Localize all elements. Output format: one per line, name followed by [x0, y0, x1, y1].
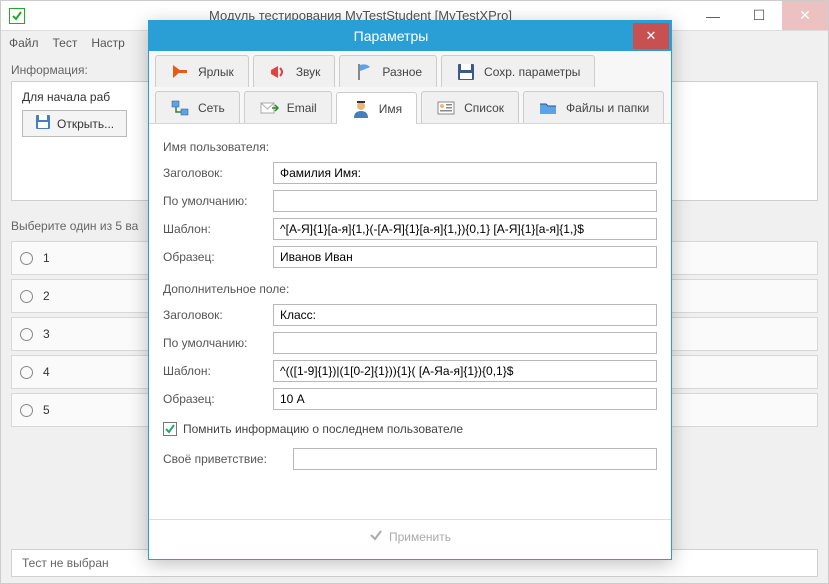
- tab-label: Сеть: [198, 101, 225, 115]
- dialog-close-button[interactable]: ✕: [633, 23, 669, 49]
- menu-test[interactable]: Тест: [53, 36, 78, 50]
- network-icon: [170, 98, 190, 118]
- label-pattern2: Шаблон:: [163, 364, 263, 378]
- apply-button[interactable]: Применить: [369, 528, 451, 545]
- tab-misc[interactable]: Разное: [339, 55, 437, 87]
- radio-label: 5: [43, 403, 50, 417]
- radio-icon: [20, 328, 33, 341]
- minimize-button[interactable]: —: [690, 1, 736, 30]
- label-header2: Заголовок:: [163, 308, 263, 322]
- close-button[interactable]: ✕: [782, 1, 828, 30]
- tab-label: Разное: [382, 65, 422, 79]
- tab-shortcut[interactable]: Ярлык: [155, 55, 249, 87]
- window-buttons: — ☐ ✕: [690, 1, 828, 30]
- tab-label: Ярлык: [198, 65, 234, 79]
- radio-icon: [20, 404, 33, 417]
- menu-file[interactable]: Файл: [9, 36, 39, 50]
- apply-label: Применить: [389, 530, 451, 544]
- input-extra-sample[interactable]: [273, 388, 657, 410]
- remember-label: Помнить информацию о последнем пользоват…: [183, 422, 463, 436]
- tab-label: Email: [287, 101, 317, 115]
- dialog-title: Параметры: [149, 28, 633, 44]
- input-user-default[interactable]: [273, 190, 657, 212]
- label-header: Заголовок:: [163, 166, 263, 180]
- input-extra-default[interactable]: [273, 332, 657, 354]
- menu-settings[interactable]: Настр: [91, 36, 125, 50]
- radio-icon: [20, 290, 33, 303]
- open-button[interactable]: Открыть...: [22, 110, 127, 137]
- user-icon: [351, 99, 371, 119]
- save-icon: [456, 62, 476, 82]
- tab-files[interactable]: Файлы и папки: [523, 91, 664, 123]
- extra-section-title: Дополнительное поле:: [163, 282, 657, 296]
- input-extra-header[interactable]: [273, 304, 657, 326]
- check-icon: [369, 528, 383, 545]
- flag-icon: [354, 62, 374, 82]
- label-sample2: Образец:: [163, 392, 263, 406]
- list-icon: [436, 98, 456, 118]
- tab-network[interactable]: Сеть: [155, 91, 240, 123]
- tab-label: Файлы и папки: [566, 101, 649, 115]
- megaphone-icon: [268, 62, 288, 82]
- radio-icon: [20, 252, 33, 265]
- remember-checkbox-row[interactable]: Помнить информацию о последнем пользоват…: [163, 422, 657, 436]
- email-icon: [259, 98, 279, 118]
- tab-label: Сохр. параметры: [484, 65, 580, 79]
- tab-save[interactable]: Сохр. параметры: [441, 55, 595, 87]
- settings-dialog: Параметры ✕ Ярлык Звук Разное Сохр. пара…: [148, 20, 672, 560]
- open-label: Открыть...: [57, 117, 114, 131]
- label-default2: По умолчанию:: [163, 336, 263, 350]
- label-sample: Образец:: [163, 250, 263, 264]
- radio-label: 1: [43, 251, 50, 265]
- input-extra-pattern[interactable]: [273, 360, 657, 382]
- label-pattern: Шаблон:: [163, 222, 263, 236]
- label-default: По умолчанию:: [163, 194, 263, 208]
- radio-label: 2: [43, 289, 50, 303]
- input-user-header[interactable]: [273, 162, 657, 184]
- user-section-title: Имя пользователя:: [163, 140, 657, 154]
- dialog-titlebar: Параметры ✕: [149, 21, 671, 51]
- tab-name[interactable]: Имя: [336, 92, 417, 124]
- tab-label: Имя: [379, 102, 402, 116]
- checkbox-icon: [163, 422, 177, 436]
- folder-icon: [538, 98, 558, 118]
- input-greeting[interactable]: [293, 448, 657, 470]
- label-greeting: Своё приветствие:: [163, 452, 283, 466]
- form-area: Имя пользователя: Заголовок: По умолчани…: [149, 124, 671, 486]
- tab-email[interactable]: Email: [244, 91, 332, 123]
- tab-sound[interactable]: Звук: [253, 55, 336, 87]
- tabbar: Ярлык Звук Разное Сохр. параметры Сеть E…: [149, 51, 671, 124]
- input-user-pattern[interactable]: [273, 218, 657, 240]
- apply-row: Применить: [149, 519, 671, 553]
- radio-label: 3: [43, 327, 50, 341]
- input-user-sample[interactable]: [273, 246, 657, 268]
- app-icon: [9, 8, 25, 24]
- radio-icon: [20, 366, 33, 379]
- tab-label: Список: [464, 101, 504, 115]
- maximize-button[interactable]: ☐: [736, 1, 782, 30]
- shortcut-icon: [170, 62, 190, 82]
- tab-label: Звук: [296, 65, 321, 79]
- tab-list[interactable]: Список: [421, 91, 519, 123]
- status-text: Тест не выбран: [22, 556, 109, 570]
- radio-label: 4: [43, 365, 50, 379]
- floppy-icon: [35, 114, 51, 133]
